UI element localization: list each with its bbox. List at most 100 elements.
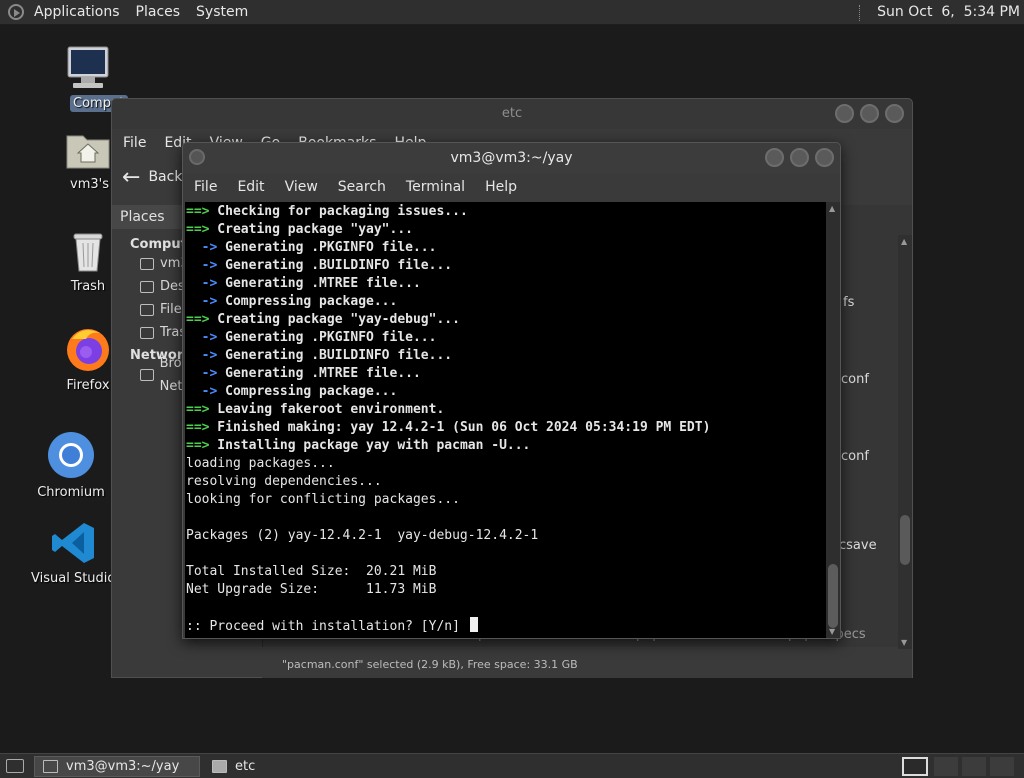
workspace-switcher-item[interactable] <box>990 757 1014 776</box>
trash-icon <box>73 233 103 272</box>
file-manager-scrollbar[interactable]: ▲ ▼ <box>898 235 912 649</box>
taskbar-item-etc[interactable]: etc <box>204 756 263 777</box>
terminal-menu-view[interactable]: View <box>275 179 328 195</box>
applications-menu[interactable]: Applications <box>26 0 128 25</box>
terminal-line: ==> Leaving fakeroot environment. <box>186 401 827 419</box>
desktop-icon-label: Firefox <box>66 378 110 393</box>
terminal-menu-terminal[interactable]: Terminal <box>396 179 475 195</box>
file-manager-statusbar: "pacman.conf" selected (2.9 kB), Free sp… <box>262 652 912 678</box>
workspace-switcher-item[interactable] <box>934 757 958 776</box>
workspace-switcher-item[interactable] <box>962 757 986 776</box>
fm-menu-file[interactable]: File <box>114 135 155 151</box>
back-button[interactable]: Back <box>148 169 182 185</box>
terminal-line-text: resolving dependencies... <box>186 474 382 489</box>
maximize-button[interactable] <box>860 104 879 123</box>
network-icon <box>140 368 154 381</box>
vscode-icon <box>52 523 94 563</box>
terminal-menu-help[interactable]: Help <box>475 179 527 195</box>
maximize-button[interactable] <box>790 148 809 167</box>
file-manager-window-buttons <box>835 104 904 123</box>
terminal-output[interactable]: ==> Checking for packaging issues... ==> … <box>185 202 827 638</box>
desktop-icon-chromium[interactable]: Chromium <box>16 430 126 505</box>
terminal-icon <box>43 759 58 773</box>
scroll-up-icon[interactable]: ▲ <box>901 237 907 246</box>
minimize-button[interactable] <box>765 148 784 167</box>
terminal-line-prefix: -> <box>186 348 218 363</box>
terminal-line: -> Compressing package... <box>186 293 827 311</box>
terminal-window-buttons <box>765 148 834 167</box>
applications-logo-icon[interactable] <box>8 4 24 20</box>
terminal-line-text: Checking for packaging issues... <box>209 204 468 219</box>
file-manager-title: etc <box>501 106 523 121</box>
terminal-window[interactable]: vm3@vm3:~/yay File Edit View Search Term… <box>182 142 841 639</box>
close-button[interactable] <box>885 104 904 123</box>
terminal-line-prefix: ==> <box>186 402 210 417</box>
places-menu[interactable]: Places <box>128 0 189 25</box>
scrollbar-thumb[interactable] <box>900 515 910 565</box>
terminal-line-text: Generating .PKGINFO file... <box>217 240 437 255</box>
terminal-line-text: Generating .BUILDINFO file... <box>217 258 453 273</box>
terminal-titlebar[interactable]: vm3@vm3:~/yay <box>183 143 840 173</box>
terminal-line-text: Compressing package... <box>217 294 398 309</box>
terminal-line: Total Installed Size: 20.21 MiB <box>186 563 827 581</box>
desktop-icon-label: Trash <box>70 279 106 294</box>
terminal-line-prefix: ==> <box>186 438 210 453</box>
workspace-switcher-active[interactable] <box>902 757 928 776</box>
terminal-line: -> Generating .MTREE file... <box>186 365 827 383</box>
terminal-line-text: Generating .MTREE file... <box>217 276 421 291</box>
terminal-prompt-line[interactable]: :: Proceed with installation? [Y/n] <box>186 617 827 635</box>
terminal-line-text: loading packages... <box>186 456 335 471</box>
minimize-button[interactable] <box>835 104 854 123</box>
terminal-line-text: Leaving fakeroot environment. <box>209 402 445 417</box>
terminal-cursor <box>469 617 478 632</box>
terminal-line-prefix: -> <box>186 240 218 255</box>
back-arrow-icon[interactable]: ← <box>122 165 140 190</box>
panel-menus: Applications Places System <box>0 0 256 25</box>
scroll-down-icon[interactable]: ▼ <box>901 638 907 647</box>
clock[interactable]: Sun Oct 6, 5:34 PM <box>869 0 1024 25</box>
file-item[interactable]: conf <box>841 449 869 464</box>
terminal-menu-search[interactable]: Search <box>328 179 396 195</box>
home-folder-icon <box>66 135 110 169</box>
file-item[interactable]: fs <box>843 295 854 310</box>
terminal-line: ==> Creating package "yay"... <box>186 221 827 239</box>
terminal-line-prefix: -> <box>186 258 218 273</box>
terminal-line-text: Creating package "yay-debug"... <box>209 312 460 327</box>
terminal-line-prefix: ==> <box>186 204 210 219</box>
terminal-menu-file[interactable]: File <box>184 179 227 195</box>
terminal-menu-edit[interactable]: Edit <box>227 179 274 195</box>
scrollbar-thumb[interactable] <box>828 564 838 628</box>
terminal-line-text: Compressing package... <box>217 384 398 399</box>
scroll-down-icon[interactable]: ▼ <box>829 627 835 636</box>
window-menu-button[interactable] <box>189 149 205 165</box>
taskbar-item-label: vm3@vm3:~/yay <box>66 758 180 774</box>
terminal-line: -> Generating .PKGINFO file... <box>186 329 827 347</box>
taskbar-item-label: etc <box>235 758 256 774</box>
terminal-line: Packages (2) yay-12.4.2-1 yay-debug-12.4… <box>186 527 827 545</box>
terminal-scrollbar[interactable]: ▲ ▼ <box>826 202 840 638</box>
terminal-line-prefix: -> <box>186 366 218 381</box>
terminal-line: ==> Installing package yay with pacman -… <box>186 437 827 455</box>
folder-icon <box>212 759 227 773</box>
scroll-up-icon[interactable]: ▲ <box>829 204 835 213</box>
terminal-prompt: :: Proceed with installation? [Y/n] <box>186 619 468 634</box>
show-desktop-icon[interactable] <box>6 759 24 773</box>
clock-area: Sun Oct 6, 5:34 PM <box>859 0 1024 25</box>
terminal-lines: ==> Checking for packaging issues... ==> … <box>186 203 827 617</box>
file-item[interactable]: conf <box>841 372 869 387</box>
system-menu[interactable]: System <box>188 0 256 25</box>
file-item[interactable]: csave <box>839 538 877 553</box>
file-manager-titlebar[interactable]: etc <box>112 99 912 129</box>
trash-icon <box>140 326 154 339</box>
terminal-line: Net Upgrade Size: 11.73 MiB <box>186 581 827 599</box>
terminal-line: -> Generating .BUILDINFO file... <box>186 347 827 365</box>
folder-icon <box>140 280 154 293</box>
computer-icon <box>67 46 109 88</box>
close-button[interactable] <box>815 148 834 167</box>
terminal-line-prefix: -> <box>186 384 218 399</box>
terminal-line-prefix: ==> <box>186 312 210 327</box>
taskbar-item-terminal[interactable]: vm3@vm3:~/yay <box>34 755 200 777</box>
terminal-line-text: Total Installed Size: 20.21 MiB <box>186 564 437 579</box>
